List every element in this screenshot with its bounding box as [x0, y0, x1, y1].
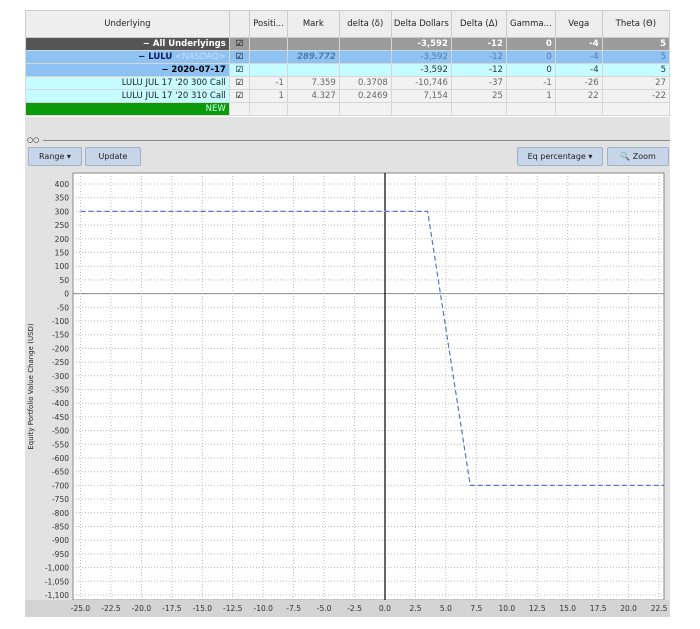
x-tick-label: 5.0: [440, 604, 452, 613]
y-tick-label: 0: [64, 290, 69, 299]
x-tick-label: -17.5: [162, 604, 182, 613]
y-tick-label: 350: [55, 194, 70, 203]
x-tick-label: 20.0: [620, 604, 637, 613]
x-tick-label: -25.0: [71, 604, 91, 613]
y-tick-label: -300: [52, 372, 69, 381]
y-tick-label: 400: [55, 180, 70, 189]
y-tick-label: 150: [55, 249, 70, 258]
y-tick-label: -1,100: [45, 591, 69, 600]
x-tick-label: -20.0: [132, 604, 152, 613]
y-tick-label: -500: [52, 427, 69, 436]
payoff-chart: 400 350 300 250 200 150 100 50 0 -50 -100 -150 -200 -…: [25, 172, 670, 617]
x-tick-label: 15.0: [559, 604, 576, 613]
y-tick-label: -800: [52, 509, 69, 518]
x-tick-label: 2.5: [409, 604, 421, 613]
x-tick-label: 12.5: [529, 604, 546, 613]
plot-area: [72, 172, 665, 601]
y-tick-label: -150: [52, 331, 69, 340]
x-tick-label: 0.0: [379, 604, 391, 613]
x-tick-label: -5.0: [317, 604, 332, 613]
y-tick-label: -350: [52, 386, 69, 395]
y-tick-label: -600: [52, 454, 69, 463]
y-tick-label: -200: [52, 344, 69, 353]
y-tick-label: -750: [52, 495, 69, 504]
y-tick-label: 100: [55, 262, 70, 271]
y-tick-label: 300: [55, 207, 70, 216]
x-tick-label: -10.0: [253, 604, 273, 613]
x-tick-label: -12.5: [223, 604, 243, 613]
y-tick-label: 200: [55, 235, 70, 244]
y-tick-label: -100: [52, 317, 69, 326]
x-tick-label: -2.5: [347, 604, 362, 613]
x-tick-label: 22.5: [651, 604, 668, 613]
y-tick-label: -650: [52, 468, 69, 477]
x-tick-label: -7.5: [286, 604, 301, 613]
y-tick-label: 50: [59, 276, 69, 285]
x-tick-label: 17.5: [590, 604, 607, 613]
y-tick-label: -700: [52, 481, 69, 490]
y-tick-label: -1,000: [45, 564, 69, 573]
y-tick-label: -1,050: [45, 577, 69, 586]
y-tick-label: -250: [52, 358, 69, 367]
y-tick-label: 250: [55, 221, 70, 230]
y-tick-label: -400: [52, 399, 69, 408]
x-tick-label: -15.0: [193, 604, 213, 613]
y-tick-label: -850: [52, 523, 69, 532]
x-tick-label: 7.5: [470, 604, 482, 613]
y-tick-label: -950: [52, 550, 69, 559]
y-tick-label: -450: [52, 413, 69, 422]
y-tick-label: -900: [52, 536, 69, 545]
x-tick-label: -22.5: [101, 604, 121, 613]
y-tick-label: -550: [52, 440, 69, 449]
y-tick-label: -50: [57, 303, 69, 312]
x-tick-label: 10.0: [498, 604, 515, 613]
y-axis-title: Equity Portfolio Value Change (USD): [27, 323, 35, 450]
